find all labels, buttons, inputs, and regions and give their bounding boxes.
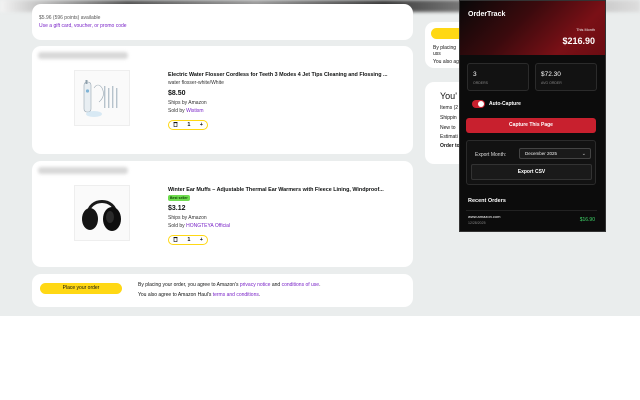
trash-glyph — [173, 237, 178, 242]
agreement-text: By placing your order, you agree to Amaz… — [138, 282, 320, 288]
sold-by: Sold by Wistism — [168, 108, 204, 114]
promo-link[interactable]: Use a gift card, voucher, or promo code — [39, 23, 127, 29]
avg-order-label: AVG ORDER — [541, 81, 562, 85]
water-flosser-image[interactable] — [74, 70, 130, 126]
best-seller-badge: Best seller — [168, 195, 190, 201]
quantity-value: 1 — [187, 237, 191, 243]
ships-by: Ships by Amazon — [168, 215, 207, 221]
orders-stat: 3 ORDERS — [467, 63, 529, 91]
summary-row-shipping: Shippin — [440, 115, 457, 121]
agreement-and: and — [270, 282, 282, 288]
popup-title: OrderTrack — [468, 11, 506, 18]
blurred-delivery-date — [38, 52, 128, 59]
chevron-down-icon: ⌄ — [581, 151, 586, 157]
summary-row-new: New to — [440, 125, 456, 131]
sold-by-prefix: Sold by — [168, 223, 187, 229]
place-order-card: Place your order By placing your order, … — [32, 274, 413, 307]
plus-icon[interactable]: + — [200, 122, 203, 128]
auto-capture-label: Auto-Capture — [489, 101, 521, 107]
item-title[interactable]: Electric Water Flosser Cordless for Teet… — [168, 72, 400, 78]
export-month-label: Export Month: — [475, 152, 507, 158]
month-total: $216.90 — [562, 36, 595, 46]
order-date: 12/28/2025 — [468, 221, 486, 225]
haul-prefix: You also agree to Amazon Haul's — [138, 292, 213, 298]
toggle-knob — [478, 101, 484, 107]
seller-link[interactable]: HONGTEYA Official — [186, 223, 230, 229]
popup-header: OrderTrack This Month $216.90 — [460, 1, 605, 55]
avg-order-stat: $72.30 AVG ORDER — [535, 63, 597, 91]
water-flosser-picture — [83, 80, 118, 117]
payment-card: $5.96 (596 points) available Use a gift … — [32, 4, 413, 40]
export-panel: Export Month: December 2025 ⌄ Export CSV — [466, 140, 596, 185]
summary-row-estimated: Estimati — [440, 134, 458, 140]
quantity-stepper[interactable]: 1 + — [168, 120, 208, 130]
avg-order-value: $72.30 — [541, 71, 561, 78]
conditions-link[interactable]: conditions of use — [282, 282, 320, 288]
order-site: www.amazon.com — [468, 214, 501, 219]
blurred-delivery-date — [38, 167, 128, 174]
plus-icon[interactable]: + — [200, 237, 203, 243]
quantity-value: 1 — [187, 122, 191, 128]
quantity-stepper[interactable]: 1 + — [168, 235, 208, 245]
checkout-page: $5.96 (596 points) available Use a gift … — [0, 0, 640, 400]
item-price: $3.12 — [168, 205, 186, 212]
summary-heading: You' — [440, 91, 457, 101]
auto-capture-toggle[interactable] — [472, 100, 485, 108]
agreement-prefix: By placing your order, you agree to Amaz… — [138, 282, 240, 288]
month-label: This Month — [576, 28, 595, 32]
export-month-value: December 2025 — [525, 151, 558, 156]
summary-row-items: Items (2 — [440, 105, 459, 111]
trash-icon[interactable] — [173, 121, 178, 129]
agreement-dot: . — [319, 282, 321, 288]
capture-page-button[interactable]: Capture This Page — [466, 118, 596, 133]
privacy-link[interactable]: privacy notice — [240, 282, 271, 288]
orders-label: ORDERS — [473, 81, 488, 85]
item-card-1: Electric Water Flosser Cordless for Teet… — [32, 46, 413, 154]
item-price: $8.50 — [168, 90, 186, 97]
orders-value: 3 — [473, 71, 477, 78]
recent-order-row[interactable]: www.amazon.com 12/28/2025 $16.90 — [466, 210, 597, 228]
sold-by-prefix: Sold by — [168, 108, 187, 114]
item-variant: water flosser-white/White — [168, 80, 224, 86]
summary-uss-link[interactable]: uss — [433, 51, 441, 57]
trash-glyph — [173, 122, 178, 127]
ear-muffs-image[interactable] — [74, 185, 130, 241]
points-note: $5.96 (596 points) available — [39, 15, 101, 21]
export-csv-button[interactable]: Export CSV — [471, 164, 592, 180]
haul-dot: . — [258, 292, 261, 298]
haul-agreement-text: You also agree to Amazon Haul's terms an… — [138, 292, 260, 298]
summary-order-total: Order to — [440, 143, 460, 149]
haul-terms-link[interactable]: terms and conditions — [213, 292, 259, 298]
place-order-button[interactable]: Place your order — [40, 283, 122, 294]
recent-orders-heading: Recent Orders — [468, 198, 506, 204]
sold-by: Sold by HONGTEYA Official — [168, 223, 230, 229]
seller-link[interactable]: Wistism — [186, 108, 204, 114]
export-month-select[interactable]: December 2025 ⌄ — [519, 148, 591, 159]
item-card-2: Winter Ear Muffs – Adjustable Thermal Ea… — [32, 161, 413, 267]
ships-by: Ships by Amazon — [168, 100, 207, 106]
trash-icon[interactable] — [173, 236, 178, 244]
item-title[interactable]: Winter Ear Muffs – Adjustable Thermal Ea… — [168, 187, 400, 193]
order-amount: $16.90 — [579, 217, 595, 223]
ear-muffs-picture — [82, 200, 121, 231]
